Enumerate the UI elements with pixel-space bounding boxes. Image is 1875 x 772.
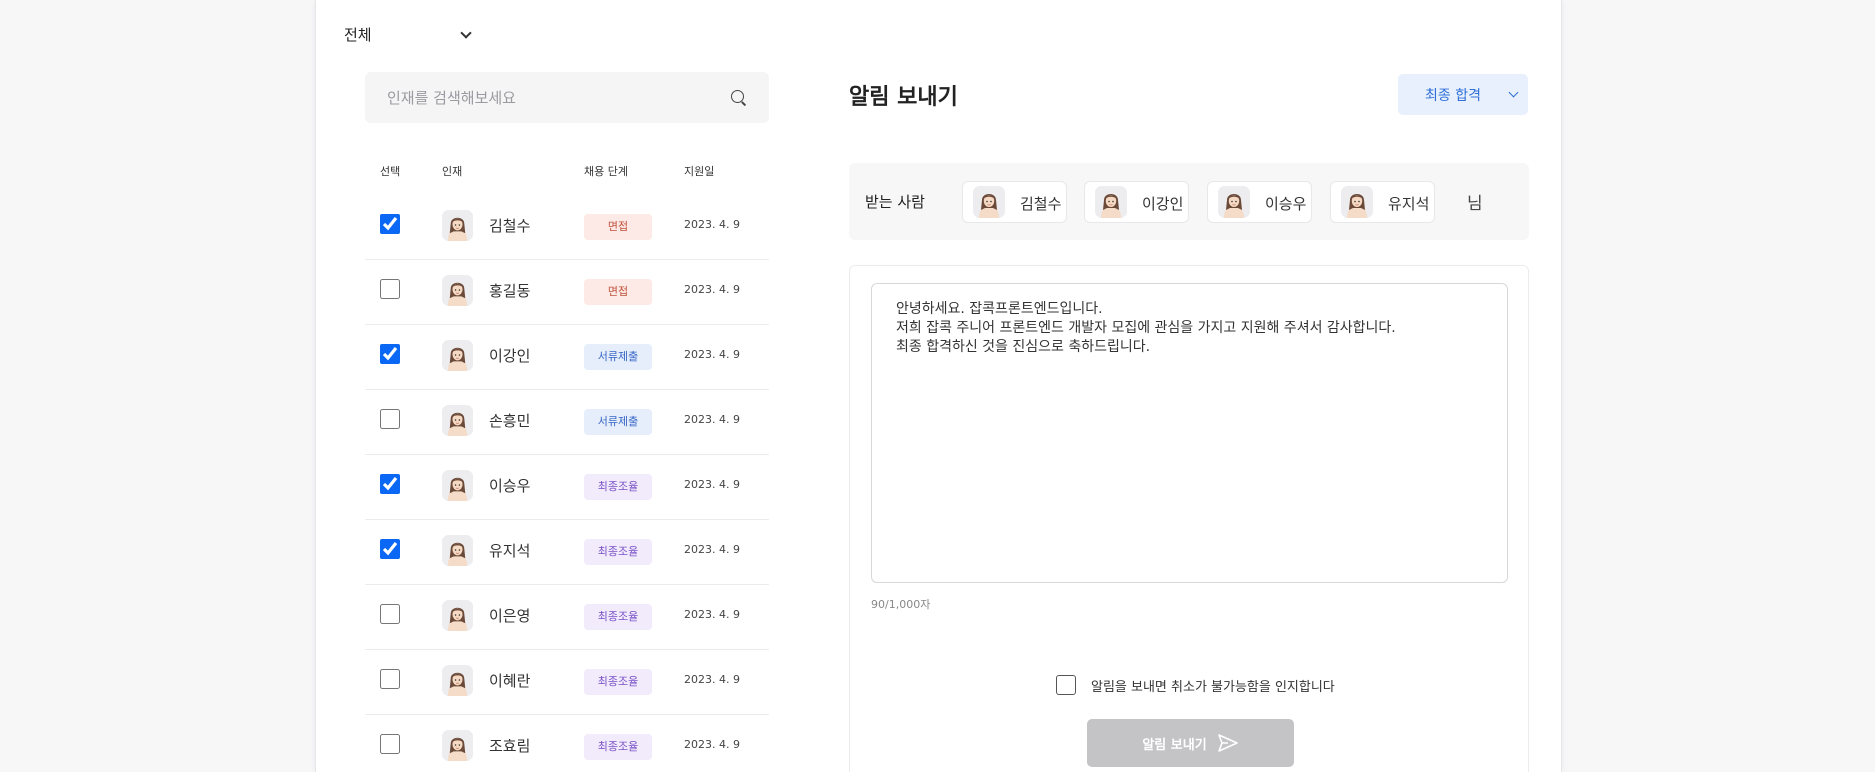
recipient-chip[interactable]: 이승우 xyxy=(1207,181,1312,223)
stage-badge: 최종조율 xyxy=(584,604,652,630)
avatar xyxy=(442,340,473,371)
candidate-name: 이강인 xyxy=(489,347,531,365)
confirm-label: 알림을 보내면 취소가 불가능함을 인지합니다 xyxy=(1091,679,1335,695)
row-checkbox[interactable] xyxy=(380,734,400,754)
chevron-down-icon xyxy=(1508,87,1519,98)
stage-select[interactable]: 최종 합격 xyxy=(1398,74,1528,115)
apply-date: 2023. 4. 9 xyxy=(684,218,740,231)
row-checkbox[interactable] xyxy=(380,409,400,429)
recipient-name: 김철수 xyxy=(1020,195,1062,213)
candidate-name: 이은영 xyxy=(489,607,531,625)
avatar xyxy=(442,210,473,241)
stage-badge: 면접 xyxy=(584,279,652,305)
send-button-label: 알림 보내기 xyxy=(1142,737,1207,753)
candidate-name: 이혜란 xyxy=(489,672,531,690)
search-bar xyxy=(365,72,769,123)
recipient-chip[interactable]: 김철수 xyxy=(962,181,1067,223)
recipient-name: 유지석 xyxy=(1388,195,1430,213)
message-line: 안녕하세요. 잡콕프론트엔드입니다. xyxy=(896,301,1103,317)
apply-date: 2023. 4. 9 xyxy=(684,673,740,686)
apply-date: 2023. 4. 9 xyxy=(684,348,740,361)
avatar xyxy=(442,470,473,501)
message-line: 최종 합격하신 것을 진심으로 축하드립니다. xyxy=(896,339,1151,355)
avatar xyxy=(442,665,473,696)
row-checkbox[interactable] xyxy=(380,214,400,234)
stage-badge: 최종조율 xyxy=(584,474,652,500)
avatar xyxy=(1341,186,1373,218)
apply-date: 2023. 4. 9 xyxy=(684,738,740,751)
search-input[interactable] xyxy=(387,88,731,107)
recipient-name: 이승우 xyxy=(1265,195,1307,213)
recipient-name: 이강인 xyxy=(1142,195,1184,213)
apply-date: 2023. 4. 9 xyxy=(684,478,740,491)
stage-badge: 서류제출 xyxy=(584,409,652,435)
avatar xyxy=(1095,186,1127,218)
send-button[interactable]: 알림 보내기 xyxy=(1087,719,1294,767)
message-line: 저희 잡콕 주니어 프론트엔드 개발자 모집에 관심을 가지고 지원해 주셔서 … xyxy=(896,320,1396,336)
row-checkbox[interactable] xyxy=(380,604,400,624)
candidate-name: 홍길동 xyxy=(489,282,531,300)
table-row: 이승우 최종조율 2023. 4. 9 xyxy=(365,455,769,520)
row-checkbox[interactable] xyxy=(380,474,400,494)
stage-badge: 최종조율 xyxy=(584,539,652,565)
apply-date: 2023. 4. 9 xyxy=(684,413,740,426)
recipient-chip[interactable]: 유지석 xyxy=(1330,181,1435,223)
table-header: 선택 인재 채용 단계 지원일 xyxy=(380,163,770,179)
avatar xyxy=(442,730,473,761)
filter-label: 전체 xyxy=(344,26,372,44)
candidate-name: 이승우 xyxy=(489,477,531,495)
message-section: 안녕하세요. 잡콕프론트엔드입니다. 저희 잡콕 주니어 프론트엔드 개발자 모… xyxy=(849,265,1529,772)
message-textarea[interactable]: 안녕하세요. 잡콕프론트엔드입니다. 저희 잡콕 주니어 프론트엔드 개발자 모… xyxy=(871,283,1508,583)
apply-date: 2023. 4. 9 xyxy=(684,608,740,621)
table-row: 손흥민 서류제출 2023. 4. 9 xyxy=(365,390,769,455)
row-checkbox[interactable] xyxy=(380,539,400,559)
apply-date: 2023. 4. 9 xyxy=(684,283,740,296)
candidate-name: 손흥민 xyxy=(489,412,531,430)
row-checkbox[interactable] xyxy=(380,344,400,364)
recipients-box: 받는 사람 김철수 이강인 이승우 유지석 님 xyxy=(849,163,1529,240)
header-talent: 인재 xyxy=(442,165,463,178)
recipient-chip[interactable]: 이강인 xyxy=(1084,181,1189,223)
table-row: 유지석 최종조율 2023. 4. 9 xyxy=(365,520,769,585)
header-date: 지원일 xyxy=(684,165,715,178)
candidate-name: 김철수 xyxy=(489,217,531,235)
stage-badge: 면접 xyxy=(584,214,652,240)
stage-select-label: 최종 합격 xyxy=(1425,87,1481,104)
header-stage: 채용 단계 xyxy=(584,165,628,178)
filter-dropdown[interactable]: 전체 xyxy=(344,24,472,45)
confirm-checkbox[interactable] xyxy=(1056,675,1076,695)
avatar xyxy=(442,535,473,566)
row-checkbox[interactable] xyxy=(380,279,400,299)
stage-badge: 최종조율 xyxy=(584,669,652,695)
recipients-suffix: 님 xyxy=(1467,194,1483,214)
table-row: 조효림 최종조율 2023. 4. 9 xyxy=(365,715,769,772)
avatar xyxy=(973,186,1005,218)
table-row: 이은영 최종조율 2023. 4. 9 xyxy=(365,585,769,650)
char-count: 90/1,000자 xyxy=(871,598,931,611)
row-checkbox[interactable] xyxy=(380,669,400,689)
avatar xyxy=(442,275,473,306)
candidate-list: 김철수 면접 2023. 4. 9 홍길동 면접 2023. 4. 9 이강인 서류제출 202… xyxy=(365,195,769,772)
recipients-label: 받는 사람 xyxy=(865,193,925,211)
apply-date: 2023. 4. 9 xyxy=(684,543,740,556)
confirm-row: 알림을 보내면 취소가 불가능함을 인지합니다 xyxy=(1056,675,1335,695)
avatar xyxy=(442,600,473,631)
stage-badge: 최종조율 xyxy=(584,734,652,760)
chevron-down-icon xyxy=(460,26,472,39)
avatar xyxy=(1218,186,1250,218)
candidate-name: 조효림 xyxy=(489,737,531,755)
page-container: 전체 선택 인재 채용 단계 지원일 김철수면접2023. 4. 9홍길동면접2… xyxy=(315,0,1562,772)
paper-plane-icon xyxy=(1217,734,1238,752)
candidate-name: 유지석 xyxy=(489,542,531,560)
table-row: 이강인 서류제출 2023. 4. 9 xyxy=(365,325,769,390)
avatar xyxy=(442,405,473,436)
table-row: 김철수 면접 2023. 4. 9 xyxy=(365,195,769,260)
table-row: 이혜란 최종조율 2023. 4. 9 xyxy=(365,650,769,715)
stage-badge: 서류제출 xyxy=(584,344,652,370)
table-row: 홍길동 면접 2023. 4. 9 xyxy=(365,260,769,325)
search-icon[interactable] xyxy=(731,89,747,106)
panel-title: 알림 보내기 xyxy=(849,85,958,110)
header-select: 선택 xyxy=(380,165,401,178)
